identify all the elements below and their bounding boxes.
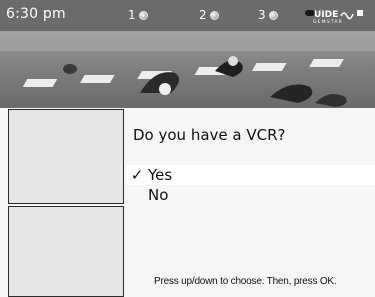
option-yes-label: Yes	[148, 166, 173, 184]
checkmark-icon: ✓	[130, 166, 144, 184]
camera-2-indicator: 2	[199, 8, 219, 22]
svg-text:UIDE: UIDE	[314, 10, 338, 20]
svg-text:GEMSTAR: GEMSTAR	[313, 19, 343, 25]
camera-3-label: 3	[258, 8, 266, 22]
option-no[interactable]: No	[126, 185, 375, 205]
camera-1-indicator: 1	[128, 8, 148, 22]
camera-1-label: 1	[128, 8, 136, 22]
preview-thumbnail-top	[8, 109, 124, 204]
preview-thumbnail-bottom	[8, 206, 124, 297]
clock-time: 6:30 pm	[6, 6, 66, 22]
live-video-feed	[0, 31, 375, 108]
camera-3-indicator: 3	[258, 8, 278, 22]
option-yes[interactable]: ✓ Yes	[126, 165, 375, 185]
camera-2-icon	[209, 10, 219, 20]
camera-3-icon	[268, 10, 278, 20]
navigation-hint: Press up/down to choose. Then, press OK.	[154, 276, 337, 287]
camera-1-icon	[138, 10, 148, 20]
setup-question: Do you have a VCR?	[133, 126, 286, 144]
guide-plus-logo: UIDE GEMSTAR	[305, 10, 363, 25]
tv-guide-screen: 6:30 pm 1 2 3 UIDE GEMSTAR Do you have a…	[0, 0, 375, 297]
status-bar: 6:30 pm 1 2 3 UIDE GEMSTAR	[0, 0, 375, 31]
camera-2-label: 2	[199, 8, 207, 22]
option-no-label: No	[148, 186, 169, 204]
